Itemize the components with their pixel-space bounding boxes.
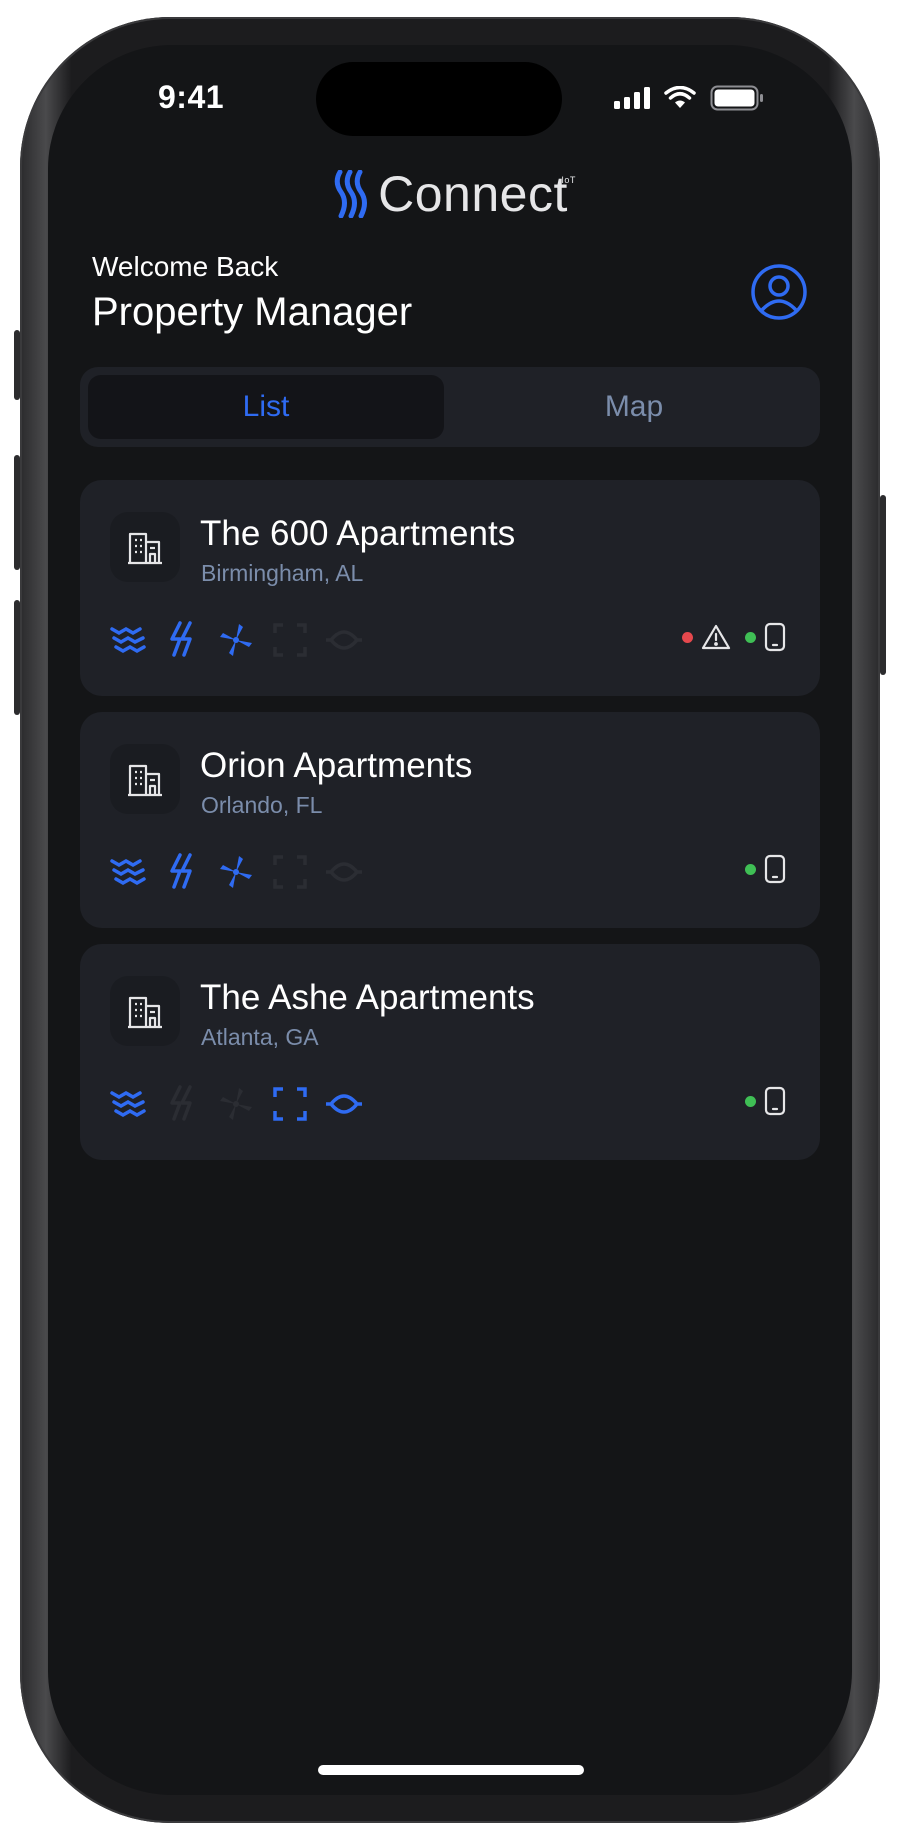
home-indicator[interactable]: [318, 1765, 584, 1775]
building-icon: [110, 976, 180, 1046]
water-waves-icon: [108, 852, 148, 892]
status-time: 9:41: [158, 79, 225, 115]
wifi-icon: [664, 86, 696, 108]
property-name: The Ashe Apartments: [200, 978, 535, 1017]
cellular-signal-icon: [614, 87, 650, 109]
phone-icon[interactable]: [764, 622, 786, 652]
logo-wordmark: Connect: [378, 166, 568, 222]
logo-superscript: IoT: [561, 175, 576, 185]
fan-icon: [216, 620, 256, 660]
water-waves-icon: [108, 1084, 148, 1124]
tab-list[interactable]: List: [88, 375, 444, 439]
profile-button[interactable]: [750, 263, 808, 321]
property-location: Birmingham, AL: [201, 560, 364, 586]
property-location: Orlando, FL: [201, 792, 323, 818]
welcome-text: Welcome Back: [92, 251, 279, 282]
dynamic-island: [316, 62, 562, 136]
phone-icon[interactable]: [764, 854, 786, 884]
user-role-title: Property Manager: [92, 290, 413, 334]
volume-up-button: [14, 455, 20, 570]
battery-icon: [710, 85, 763, 111]
property-name: The 600 Apartments: [200, 514, 516, 553]
phone-icon[interactable]: [764, 1086, 786, 1116]
view-toggle: List Map: [80, 367, 820, 447]
building-icon: [110, 744, 180, 814]
property-status: [682, 622, 786, 652]
alert-dot: [682, 631, 693, 643]
online-dot: [745, 1095, 756, 1107]
connect-logo-icon: [334, 170, 368, 218]
online-dot: [745, 631, 756, 643]
logo-text: Connect IoT: [378, 165, 575, 223]
warning-triangle-icon[interactable]: [701, 623, 731, 651]
sensor-ring-icon: [324, 1084, 364, 1124]
sensor-ring-icon: [324, 852, 364, 892]
property-card[interactable]: The Ashe Apartments Atlanta, GA: [80, 944, 820, 1160]
fan-icon: [216, 852, 256, 892]
sensor-ring-icon: [324, 620, 364, 660]
building-icon: [110, 512, 180, 582]
property-card[interactable]: The 600 Apartments Birmingham, AL: [80, 480, 820, 696]
property-location: Atlanta, GA: [201, 1024, 319, 1050]
lightning-icon: [162, 1084, 202, 1124]
property-status: [745, 854, 786, 884]
fan-icon: [216, 1084, 256, 1124]
lightning-icon: [162, 852, 202, 892]
power-button: [880, 495, 886, 675]
property-status: [745, 1086, 786, 1116]
water-waves-icon: [108, 620, 148, 660]
volume-down-button: [14, 600, 20, 715]
app-logo: Connect IoT: [48, 165, 852, 223]
scan-frame-icon: [270, 620, 310, 660]
lightning-icon: [162, 620, 202, 660]
user-circle-icon: [751, 264, 807, 320]
status-icons: [614, 85, 764, 111]
property-name: Orion Apartments: [200, 746, 473, 785]
tab-map[interactable]: Map: [456, 375, 812, 439]
action-button: [14, 330, 20, 400]
property-card[interactable]: Orion Apartments Orlando, FL: [80, 712, 820, 928]
app-screen: 9:41 Connect IoT Welcome Back Property M…: [48, 45, 852, 1795]
scan-frame-icon: [270, 852, 310, 892]
scan-frame-icon: [270, 1084, 310, 1124]
online-dot: [745, 863, 756, 875]
